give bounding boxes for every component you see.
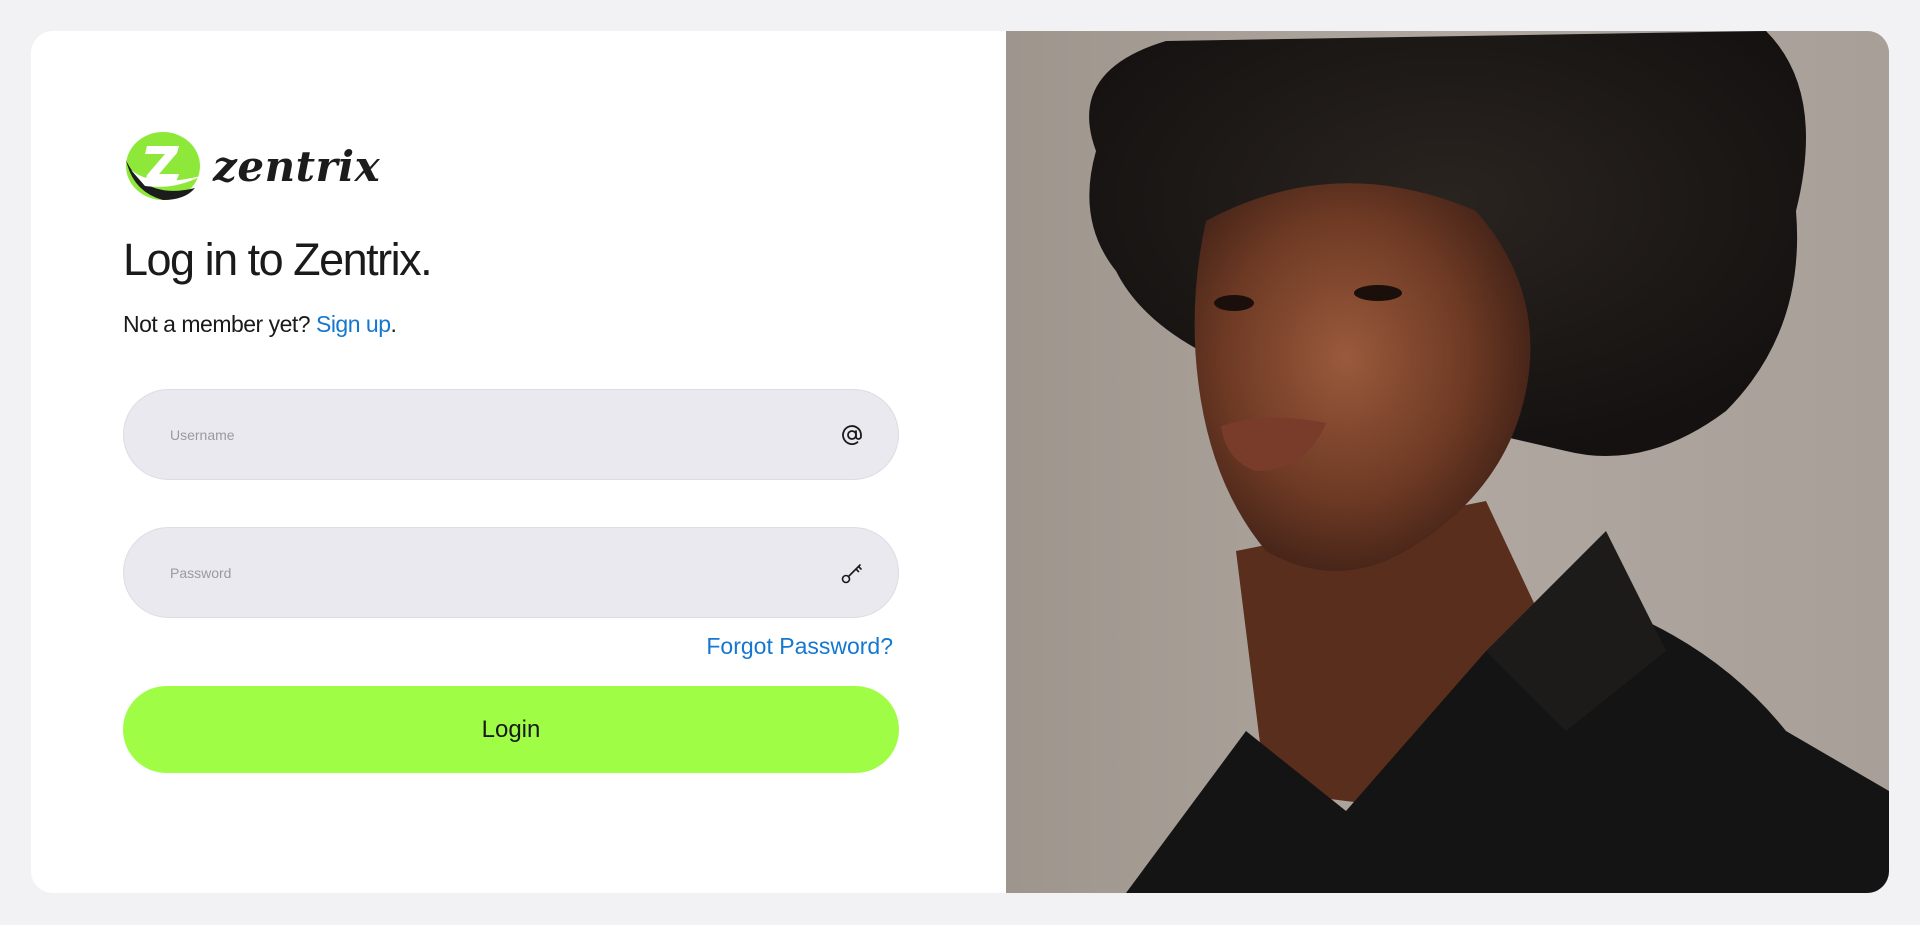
signup-link[interactable]: Sign up: [316, 311, 391, 337]
username-input[interactable]: [170, 390, 810, 479]
login-card: zentrix Log in to Zentrix. Not a member …: [31, 31, 1889, 893]
password-input[interactable]: [170, 528, 810, 617]
password-field[interactable]: [123, 527, 899, 618]
login-panel: zentrix Log in to Zentrix. Not a member …: [123, 31, 903, 893]
signup-prompt-text: Not a member yet?: [123, 311, 311, 337]
at-icon: [842, 425, 862, 445]
portrait-photo-icon: [1006, 31, 1889, 893]
signup-prompt-suffix: .: [390, 311, 397, 337]
username-field[interactable]: [123, 389, 899, 480]
login-button[interactable]: Login: [123, 686, 899, 773]
hero-portrait-photo: [1006, 31, 1889, 893]
signup-prompt: Not a member yet? Sign up.: [123, 311, 397, 338]
brand-logo: zentrix: [123, 130, 380, 202]
key-icon: [841, 564, 862, 584]
forgot-password-link[interactable]: Forgot Password?: [706, 633, 893, 660]
brand-name: zentrix: [213, 141, 381, 191]
page-title: Log in to Zentrix.: [123, 234, 433, 285]
zentrix-logo-icon: [126, 132, 201, 200]
